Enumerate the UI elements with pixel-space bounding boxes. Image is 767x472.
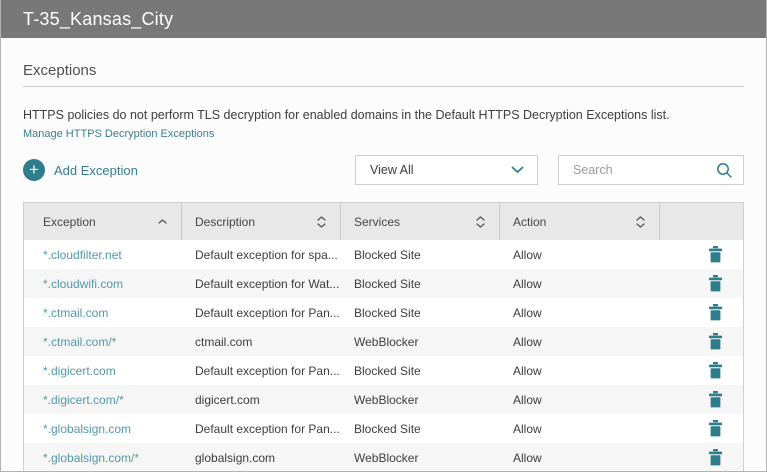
exceptions-table: Exception Description Services Action *.… [23, 202, 744, 471]
cell-exception: *.ctmail.com/* [43, 334, 117, 349]
cell-action: Allow [513, 421, 542, 436]
view-filter-value: View All [370, 163, 414, 177]
delete-row-button[interactable] [708, 449, 723, 466]
cell-row-actions [660, 414, 743, 443]
cell-row-actions [660, 298, 743, 327]
sort-both-icon [317, 215, 326, 228]
column-label: Services [354, 214, 401, 229]
table-row: *.cloudfilter.net Default exception for … [24, 240, 743, 269]
cell-action: Allow [513, 392, 542, 407]
cell-exception: *.globalsign.com/* [43, 450, 140, 465]
section-heading: Exceptions [23, 62, 744, 87]
column-label: Description [195, 214, 256, 229]
sort-both-icon [476, 215, 485, 228]
table-header-row: Exception Description Services Action [24, 203, 743, 240]
table-row: *.digicert.com Default exception for Pan… [24, 356, 743, 385]
window-titlebar: T-35_Kansas_City [1, 0, 766, 38]
cell-exception: *.cloudfilter.net [43, 247, 122, 262]
add-exception-label: Add Exception [54, 162, 138, 178]
column-header-actions [660, 203, 743, 240]
cell-services: WebBlocker [354, 392, 419, 407]
trash-icon [708, 391, 723, 408]
column-header-description[interactable]: Description [182, 203, 341, 240]
cell-row-actions [660, 356, 743, 385]
column-label: Action [513, 214, 547, 229]
sort-both-icon [636, 215, 645, 228]
cell-description: ctmail.com [195, 334, 253, 349]
delete-row-button[interactable] [708, 420, 723, 437]
manage-exceptions-link[interactable]: Manage HTTPS Decryption Exceptions [23, 128, 214, 140]
cell-row-actions [660, 240, 743, 269]
sort-ascending-icon [158, 219, 167, 224]
trash-icon [708, 246, 723, 263]
cell-action: Allow [513, 247, 542, 262]
search-icon[interactable] [716, 162, 733, 179]
delete-row-button[interactable] [708, 304, 723, 321]
delete-row-button[interactable] [708, 391, 723, 408]
cell-action: Allow [513, 305, 542, 320]
cell-exception: *.cloudwifi.com [43, 276, 124, 291]
cell-description: Default exception for Wat... [195, 276, 340, 291]
cell-services: WebBlocker [354, 450, 419, 465]
content: Exceptions HTTPS policies do not perform… [1, 62, 766, 471]
cell-services: Blocked Site [354, 305, 421, 320]
cell-row-actions [660, 385, 743, 414]
page-title: T-35_Kansas_City [23, 8, 174, 29]
table-row: *.digicert.com/* digicert.com WebBlocker… [24, 385, 743, 414]
cell-services: Blocked Site [354, 247, 421, 262]
cell-description: Default exception for Pan... [195, 421, 340, 436]
cell-row-actions [660, 443, 743, 471]
add-exception-button[interactable]: + Add Exception [23, 159, 138, 181]
delete-row-button[interactable] [708, 246, 723, 263]
cell-exception: *.ctmail.com [43, 305, 109, 320]
cell-services: WebBlocker [354, 334, 419, 349]
cell-services: Blocked Site [354, 421, 421, 436]
cell-description: globalsign.com [195, 450, 276, 465]
column-label: Exception [43, 214, 96, 229]
cell-services: Blocked Site [354, 363, 421, 378]
cell-exception: *.digicert.com/* [43, 392, 124, 407]
cell-action: Allow [513, 450, 542, 465]
search-box [558, 155, 744, 185]
table-row: *.ctmail.com/* ctmail.com WebBlocker All… [24, 327, 743, 356]
plus-icon: + [23, 159, 45, 181]
cell-action: Allow [513, 363, 542, 378]
column-header-action[interactable]: Action [500, 203, 660, 240]
table-row: *.globalsign.com/* globalsign.com WebBlo… [24, 443, 743, 471]
cell-row-actions [660, 269, 743, 298]
cell-row-actions [660, 327, 743, 356]
cell-exception: *.digicert.com [43, 363, 116, 378]
table-row: *.ctmail.com Default exception for Pan..… [24, 298, 743, 327]
cell-services: Blocked Site [354, 276, 421, 291]
view-filter-dropdown[interactable]: View All [355, 155, 538, 185]
cell-action: Allow [513, 276, 542, 291]
trash-icon [708, 333, 723, 350]
toolbar: + Add Exception View All [23, 155, 744, 185]
cell-exception: *.globalsign.com [43, 421, 132, 436]
cell-description: Default exception for spa... [195, 247, 338, 262]
cell-action: Allow [513, 334, 542, 349]
trash-icon [708, 275, 723, 292]
chevron-down-icon [511, 161, 524, 179]
delete-row-button[interactable] [708, 362, 723, 379]
column-header-services[interactable]: Services [341, 203, 500, 240]
cell-description: Default exception for Pan... [195, 305, 340, 320]
table-body: *.cloudfilter.net Default exception for … [24, 240, 743, 471]
delete-row-button[interactable] [708, 333, 723, 350]
search-input[interactable] [573, 163, 716, 177]
trash-icon [708, 304, 723, 321]
cell-description: Default exception for Pan... [195, 363, 340, 378]
page: T-35_Kansas_City Exceptions HTTPS polici… [0, 0, 767, 472]
column-header-exception[interactable]: Exception [24, 203, 182, 240]
delete-row-button[interactable] [708, 275, 723, 292]
trash-icon [708, 362, 723, 379]
cell-description: digicert.com [195, 392, 260, 407]
table-row: *.cloudwifi.com Default exception for Wa… [24, 269, 743, 298]
trash-icon [708, 449, 723, 466]
table-row: *.globalsign.com Default exception for P… [24, 414, 743, 443]
trash-icon [708, 420, 723, 437]
description-text: HTTPS policies do not perform TLS decryp… [23, 108, 670, 122]
